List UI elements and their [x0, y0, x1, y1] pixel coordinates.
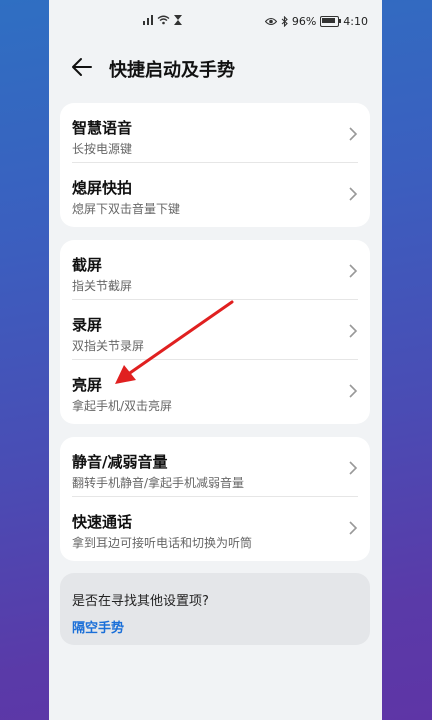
page-header: 快捷启动及手势	[49, 46, 382, 90]
battery-percent: 96%	[291, 15, 317, 28]
row-screenshot[interactable]: 截屏 指关节截屏	[60, 240, 370, 300]
wifi-icon	[157, 15, 170, 25]
signal-icon	[143, 15, 153, 25]
row-wake-screen[interactable]: 亮屏 拿起手机/双击亮屏	[60, 360, 370, 420]
row-subtitle: 双指关节录屏	[72, 339, 145, 353]
air-gesture-link[interactable]: 隔空手势	[72, 617, 124, 636]
row-label: 智慧语音	[72, 119, 133, 137]
row-screen-record[interactable]: 录屏 双指关节录屏	[60, 300, 370, 360]
clock-time: 4:10	[343, 15, 368, 28]
row-label: 快速通话	[72, 513, 133, 531]
row-quick-call[interactable]: 快速通话 拿到耳边可接听电话和切换为听筒	[60, 497, 370, 557]
row-smart-voice[interactable]: 智慧语音 长按电源键	[60, 103, 370, 163]
status-bar-right: 96% 4:10	[264, 15, 368, 28]
chevron-right-icon	[349, 324, 358, 338]
suggestion-card: 是否在寻找其他设置项? 隔空手势	[60, 573, 370, 645]
chevron-right-icon	[349, 461, 358, 475]
chevron-right-icon	[349, 384, 358, 398]
row-label: 亮屏	[72, 376, 103, 394]
hourglass-icon	[174, 15, 182, 25]
row-screen-off-snapshot[interactable]: 熄屏快拍 熄屏下双击音量下键	[60, 163, 370, 223]
battery-icon	[320, 16, 342, 27]
settings-group-1: 智慧语音 长按电源键 熄屏快拍 熄屏下双击音量下键	[60, 103, 370, 227]
settings-group-2: 截屏 指关节截屏 录屏 双指关节录屏 亮屏 拿起手机/双击亮屏	[60, 240, 370, 424]
bluetooth-icon	[281, 16, 288, 27]
row-subtitle: 翻转手机静音/拿起手机减弱音量	[72, 476, 245, 490]
row-subtitle: 指关节截屏	[72, 279, 133, 293]
row-subtitle: 长按电源键	[72, 142, 133, 156]
phone-screen: 96% 4:10 快捷启动及手势 智慧语音 长按电源键 熄屏快拍 熄屏下双击音量…	[49, 0, 382, 720]
row-subtitle: 拿起手机/双击亮屏	[72, 399, 173, 413]
eye-icon	[264, 17, 277, 26]
suggestion-question: 是否在寻找其他设置项?	[72, 594, 209, 609]
row-subtitle: 熄屏下双击音量下键	[72, 202, 181, 216]
row-label: 熄屏快拍	[72, 179, 133, 197]
row-label: 静音/减弱音量	[72, 453, 168, 471]
chevron-right-icon	[349, 127, 358, 141]
page-title: 快捷启动及手势	[109, 60, 235, 81]
status-bar: 96% 4:10	[49, 0, 382, 46]
chevron-right-icon	[349, 264, 358, 278]
chevron-right-icon	[349, 521, 358, 535]
settings-group-3: 静音/减弱音量 翻转手机静音/拿起手机减弱音量 快速通话 拿到耳边可接听电话和切…	[60, 437, 370, 561]
row-subtitle: 拿到耳边可接听电话和切换为听筒	[72, 536, 253, 550]
back-arrow-icon[interactable]	[69, 54, 95, 80]
status-bar-center	[143, 15, 182, 25]
row-label: 录屏	[72, 316, 103, 334]
row-label: 截屏	[72, 256, 103, 274]
chevron-right-icon	[349, 187, 358, 201]
row-mute-reduce-volume[interactable]: 静音/减弱音量 翻转手机静音/拿起手机减弱音量	[60, 437, 370, 497]
